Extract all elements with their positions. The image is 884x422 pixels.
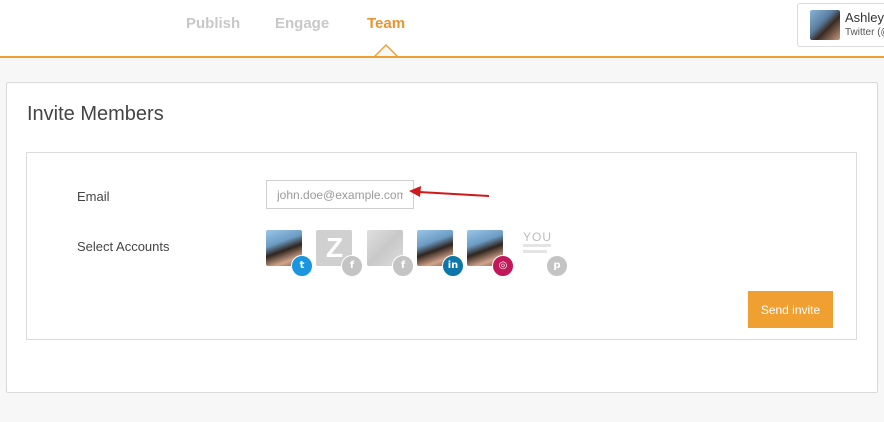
facebook-icon: f <box>392 255 414 277</box>
account-pinterest[interactable]: YOU p <box>521 230 568 277</box>
tab-publish[interactable]: Publish <box>186 15 240 32</box>
email-label: Email <box>77 189 110 204</box>
active-tab-indicator <box>374 44 398 56</box>
twitter-icon: t <box>291 255 313 277</box>
invite-members-panel: Invite Members Email Select Accounts t Z… <box>6 82 878 393</box>
top-nav-bar: Publish Engage Team Ashley Twitter (@ <box>0 0 884 58</box>
z-logo-text: Z <box>326 232 344 263</box>
annotation-arrow-icon <box>409 186 490 197</box>
select-accounts-label: Select Accounts <box>77 239 170 254</box>
instagram-icon: ◎ <box>492 255 514 277</box>
account-facebook-z[interactable]: Z f <box>316 230 363 277</box>
user-name: Ashley <box>845 10 884 25</box>
account-facebook-grey[interactable]: f <box>367 230 414 277</box>
tab-engage[interactable]: Engage <box>275 15 329 32</box>
user-account-chip[interactable]: Ashley Twitter (@ <box>797 3 884 47</box>
account-linkedin[interactable]: in <box>417 230 464 277</box>
account-twitter[interactable]: t <box>266 230 313 277</box>
linkedin-icon: in <box>442 255 464 277</box>
account-instagram[interactable]: ◎ <box>467 230 514 277</box>
you-logo-text: YOU <box>523 230 553 244</box>
tab-team[interactable]: Team <box>367 15 405 32</box>
pinterest-icon: p <box>546 255 568 277</box>
facebook-icon: f <box>341 255 363 277</box>
avatar <box>810 10 840 40</box>
page-title: Invite Members <box>27 103 164 125</box>
send-invite-button[interactable]: Send invite <box>748 291 833 328</box>
invite-form: Email Select Accounts t Z f f in <box>26 152 857 340</box>
user-account-subtitle: Twitter (@ <box>845 27 884 38</box>
email-field[interactable] <box>266 180 414 209</box>
